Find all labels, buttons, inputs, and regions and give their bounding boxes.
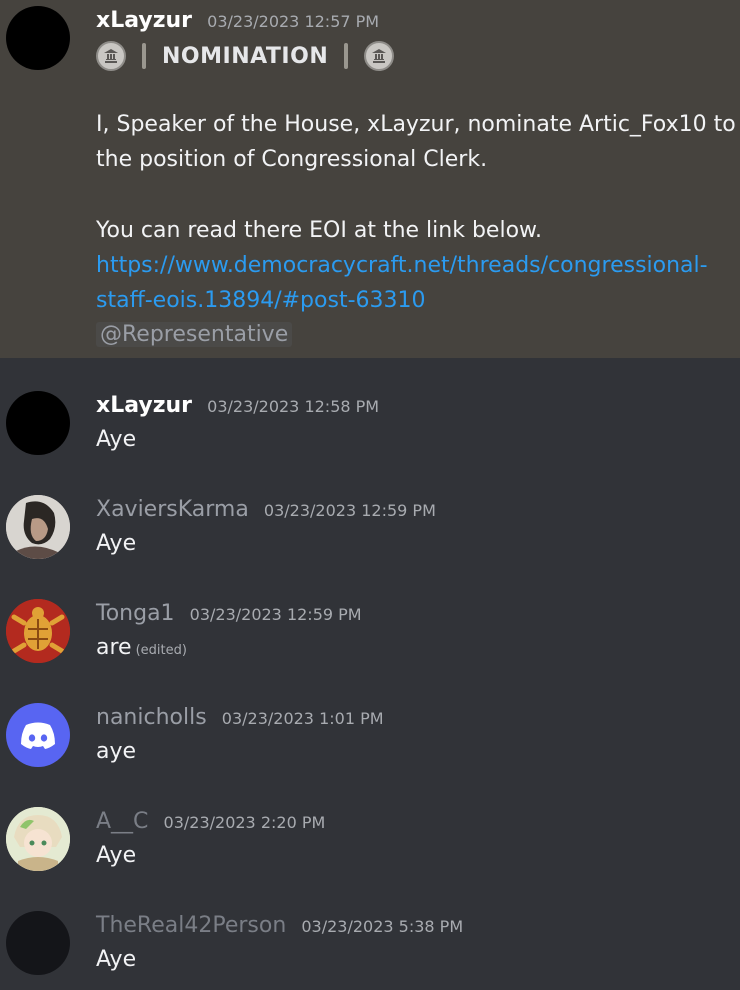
avatar-xlayzur[interactable] [6, 6, 70, 70]
timestamp: 03/23/2023 1:01 PM [221, 709, 384, 728]
avatar-xlayzur[interactable] [6, 391, 70, 455]
message-text: are (edited) [96, 635, 187, 660]
message[interactable]: TheReal42Person 03/23/2023 5:38 PM Aye [0, 878, 740, 990]
message[interactable]: Tonga1 03/23/2023 12:59 PM are (edited) [0, 566, 740, 670]
divider-bar [142, 43, 146, 69]
message[interactable]: A__C 03/23/2023 2:20 PM Aye [0, 774, 740, 878]
link[interactable]: staff-eois.13894/#post-63310 [96, 288, 426, 313]
message[interactable]: xLayzur 03/23/2023 12:58 PM Aye [0, 358, 740, 462]
message[interactable]: nanicholls 03/23/2023 1:01 PM aye [0, 670, 740, 774]
nomination-title: NOMINATION [162, 43, 329, 69]
username[interactable]: A__C [96, 809, 148, 834]
message-text-content: are [96, 635, 132, 660]
message-nomination[interactable]: xLayzur 03/23/2023 12:57 PM NOMINATION I… [0, 0, 740, 358]
username[interactable]: xLayzur [96, 393, 192, 418]
timestamp: 03/23/2023 2:20 PM [163, 813, 326, 832]
message-body-line: You can read there EOI at the link below… [96, 218, 542, 243]
avatar-thereal42person[interactable] [6, 911, 70, 975]
avatar-a-c[interactable] [6, 807, 70, 871]
edited-label: (edited) [135, 643, 187, 658]
avatar-nanicholls[interactable] [6, 703, 70, 767]
message-text: Aye [96, 427, 137, 452]
role-mention[interactable]: @Representative [96, 322, 293, 347]
message-text: Aye [96, 843, 137, 868]
message-text: Aye [96, 947, 137, 972]
avatar-xavierskarma[interactable] [6, 495, 70, 559]
username[interactable]: nanicholls [96, 705, 207, 730]
timestamp: 03/23/2023 12:59 PM [263, 501, 436, 520]
timestamp: 03/23/2023 5:38 PM [301, 917, 464, 936]
message-text: aye [96, 739, 137, 764]
message[interactable]: XaviersKarma 03/23/2023 12:59 PM Aye [0, 462, 740, 566]
seal-icon [96, 41, 126, 71]
message-text: Aye [96, 531, 137, 556]
avatar-tonga1[interactable] [6, 599, 70, 663]
message-body-line: the position of Congressional Clerk. [96, 147, 488, 172]
username[interactable]: XaviersKarma [96, 497, 249, 522]
username[interactable]: TheReal42Person [96, 913, 286, 938]
timestamp: 03/23/2023 12:59 PM [189, 605, 362, 624]
username[interactable]: xLayzur [96, 8, 192, 33]
message-body-line: I, Speaker of the House, xLayzur, nomina… [96, 112, 736, 137]
divider-bar [344, 43, 349, 69]
link[interactable]: https://www.democracycraft.net/threads/c… [96, 253, 708, 278]
username[interactable]: Tonga1 [96, 601, 175, 626]
discord-logo-icon [21, 722, 55, 749]
nomination-header: NOMINATION [96, 36, 395, 76]
timestamp: 03/23/2023 12:58 PM [207, 397, 380, 416]
seal-icon [364, 41, 395, 71]
timestamp: 03/23/2023 12:57 PM [207, 12, 380, 31]
